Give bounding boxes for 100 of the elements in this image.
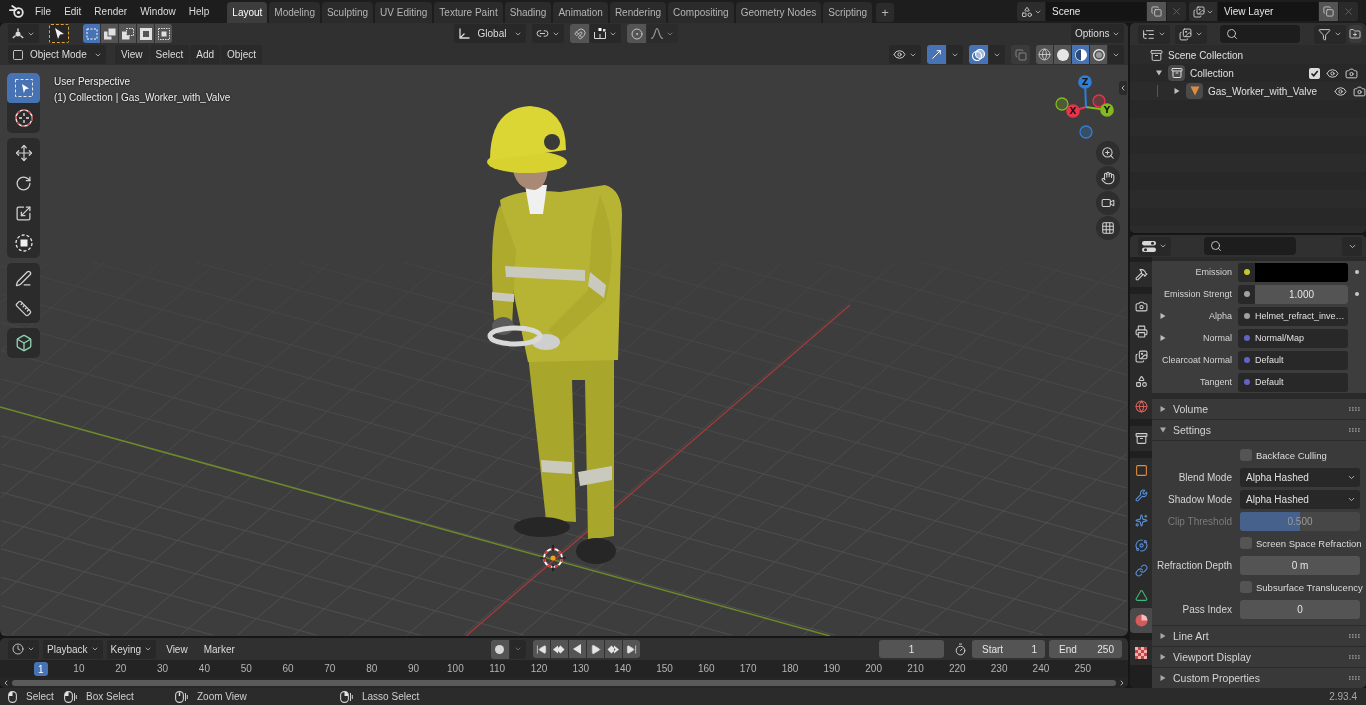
select-mode-button[interactable] — [137, 24, 154, 43]
menu-item[interactable]: Object — [221, 45, 262, 64]
editor-type-button[interactable] — [1138, 236, 1171, 256]
number-field[interactable]: 0 m — [1240, 555, 1360, 575]
axis-handle[interactable]: X — [1066, 104, 1080, 118]
panel-header[interactable]: Settings — [1152, 420, 1366, 440]
shading-mode-button[interactable] — [1036, 45, 1053, 64]
copy-button[interactable] — [1147, 2, 1166, 21]
camera-icon[interactable] — [1353, 84, 1366, 98]
menu-item[interactable]: File — [30, 1, 57, 22]
proportional-toggle-button[interactable] — [627, 24, 646, 43]
properties-tab[interactable] — [1130, 583, 1152, 608]
menu-item[interactable]: Add — [190, 45, 221, 64]
scrollbar[interactable] — [12, 679, 1116, 686]
disclosure-triangle-icon[interactable] — [1160, 675, 1166, 681]
workspace-tab[interactable]: Animation — [553, 2, 608, 23]
select-mode-button[interactable] — [101, 24, 118, 43]
disclosure-triangle-icon[interactable] — [1160, 654, 1166, 660]
select-mode-button[interactable] — [119, 24, 136, 43]
view-layer-dropdown[interactable] — [1175, 24, 1207, 44]
new-collection-button[interactable] — [1348, 25, 1362, 43]
workspace-tab[interactable]: Texture Paint — [434, 2, 503, 23]
negative-axis-handle[interactable] — [1055, 97, 1069, 111]
menu-item[interactable]: Edit — [59, 1, 87, 22]
menu-item[interactable]: View — [115, 45, 149, 64]
input-field[interactable] — [1238, 262, 1348, 282]
workspace-tab[interactable]: Shading — [504, 2, 552, 23]
keyframe-dot-icon[interactable] — [1355, 270, 1359, 274]
menu-item[interactable]: Help — [183, 1, 215, 22]
keyframe-dot-icon[interactable] — [1355, 292, 1359, 296]
editor-type-button[interactable] — [8, 639, 39, 659]
properties-tab[interactable] — [1130, 458, 1152, 483]
negative-axis-handle[interactable] — [1079, 125, 1093, 139]
disclosure-triangle-icon[interactable] — [1160, 313, 1166, 319]
checkbox-option[interactable]: Backface Culling — [1240, 449, 1360, 461]
menu-item[interactable]: View — [160, 639, 194, 659]
workspace-tab[interactable]: Layout — [227, 2, 268, 23]
disclosure-triangle-icon[interactable] — [1174, 88, 1180, 94]
disclosure-triangle-icon[interactable] — [1160, 406, 1166, 412]
disclosure-triangle-icon[interactable] — [1160, 633, 1166, 639]
disclosure-triangle-icon[interactable] — [1160, 427, 1166, 433]
checkbox-option[interactable]: Subsurface Translucency — [1240, 581, 1363, 593]
tool-button[interactable] — [7, 328, 40, 358]
select-mode-button[interactable] — [155, 24, 172, 43]
properties-tab[interactable] — [1130, 294, 1152, 319]
properties-tab[interactable] — [1130, 608, 1152, 633]
snap-toggle-button[interactable] — [570, 24, 589, 43]
visibility-dropdown[interactable] — [889, 45, 921, 64]
filter-dropdown[interactable] — [1313, 24, 1346, 44]
dropdown[interactable]: Alpha Hashed — [1240, 467, 1360, 487]
menu-item[interactable]: Render — [89, 1, 133, 22]
active-tool-button[interactable] — [49, 24, 69, 43]
playhead[interactable]: 1 — [34, 662, 48, 676]
checkbox-icon[interactable] — [1309, 67, 1320, 79]
overlays-toggle-button[interactable] — [969, 45, 988, 64]
gizmo-toggle-button[interactable] — [927, 45, 946, 64]
jump-end-button[interactable] — [622, 640, 640, 658]
copy-button[interactable] — [1319, 2, 1338, 21]
camera-view-button[interactable] — [1096, 191, 1120, 215]
view-layer-name-field[interactable]: View Layer — [1218, 2, 1318, 21]
disclosure-triangle-icon[interactable] — [1160, 335, 1166, 341]
editor-type-button[interactable] — [8, 24, 39, 43]
play-reverse-button[interactable] — [568, 640, 586, 658]
scene-browse-button[interactable] — [1017, 2, 1045, 21]
input-field[interactable]: 1.000 — [1238, 284, 1348, 304]
auto-keying-button[interactable] — [490, 639, 509, 659]
input-field[interactable]: Default — [1238, 350, 1348, 370]
tree-item-label[interactable]: Gas_Worker_with_Valve — [1208, 85, 1318, 97]
dropdown[interactable]: Alpha Hashed — [1240, 489, 1360, 509]
menu-dropdown[interactable]: Keying — [106, 639, 157, 659]
panel-header[interactable]: Viewport Display — [1152, 647, 1366, 667]
properties-tab[interactable] — [1130, 262, 1152, 287]
workspace-tab[interactable]: Sculpting — [321, 2, 374, 23]
display-mode-dropdown[interactable] — [1138, 24, 1170, 44]
input-field[interactable]: Normal/Map — [1238, 328, 1348, 348]
menu-item[interactable]: Select — [149, 45, 190, 64]
shading-mode-button[interactable] — [1072, 45, 1089, 64]
panel-header[interactable]: Custom Properties — [1152, 668, 1366, 688]
current-frame-field[interactable]: 1 — [879, 640, 944, 658]
end-frame-field[interactable]: End 250 — [1049, 640, 1122, 658]
next-keyframe-button[interactable] — [604, 640, 622, 658]
workspace-tab[interactable]: Compositing — [668, 2, 734, 23]
properties-tab[interactable] — [1130, 426, 1152, 451]
eye-icon[interactable] — [1334, 84, 1348, 98]
axis-handle[interactable]: Z — [1078, 75, 1092, 89]
sidebar-toggle-button[interactable] — [1119, 81, 1127, 95]
add-workspace-button[interactable]: + — [876, 3, 895, 22]
search-field[interactable] — [1220, 25, 1300, 43]
workspace-tab[interactable]: Geometry Nodes — [735, 2, 822, 23]
pivot-dropdown[interactable] — [532, 24, 564, 43]
disclosure-triangle-icon[interactable] — [1156, 70, 1162, 76]
jump-start-button[interactable] — [532, 640, 550, 658]
options-dropdown[interactable]: Options — [1071, 24, 1124, 43]
play-button[interactable] — [586, 640, 604, 658]
input-field[interactable]: Helmet_refract_inve… — [1238, 306, 1348, 326]
number-field[interactable]: 0 — [1240, 599, 1360, 619]
number-field[interactable]: 1.000 — [1255, 284, 1348, 304]
eye-icon[interactable] — [1326, 66, 1339, 80]
snap-target-dropdown[interactable] — [590, 24, 621, 43]
workspace-tab[interactable]: Scripting — [823, 2, 873, 23]
